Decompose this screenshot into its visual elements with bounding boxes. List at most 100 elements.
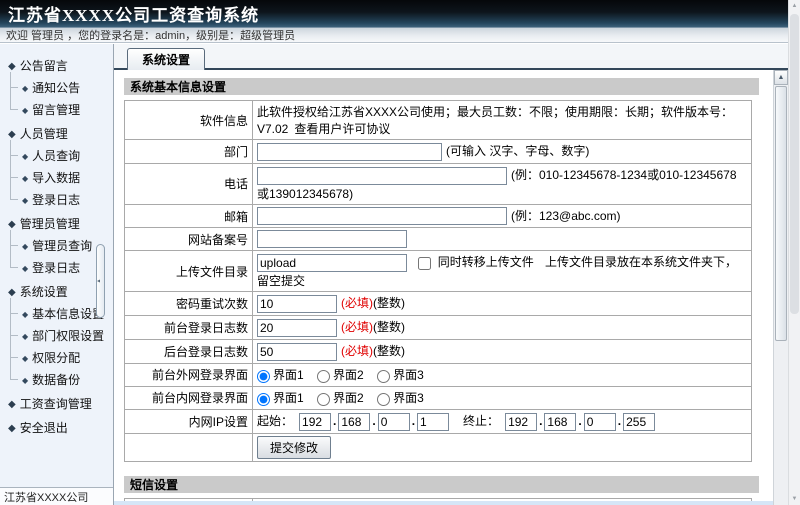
main-frame: 系统设置 系统基本信息设置 软件信息 此软件授权给江苏省XXXX公司使用；最大员… [114,44,788,505]
diamond-icon [8,284,20,298]
tree-connector [10,368,20,390]
form-row-department: 部门 (可输入 汉字、字母、数字) [125,140,752,164]
tree-connector [10,324,20,346]
intranet-ip-label: 内网IP设置 [125,409,253,433]
form-row-front-log: 前台登录日志数 (必填)(整数) [125,316,752,340]
diamond-icon [8,420,20,434]
scrollbar-thumb[interactable] [775,86,787,341]
diamond-icon [22,328,32,342]
internal-ui-label: 前台内网登录界面 [125,386,253,409]
icp-label: 网站备案号 [125,228,253,251]
form-row-upload-dir: 上传文件目录 同时转移上传文件 上传文件目录放在本系统文件夹下，留空提交 [125,251,752,292]
upload-dir-label: 上传文件目录 [125,251,253,292]
content-area: 系统基本信息设置 软件信息 此软件授权给江苏省XXXX公司使用；最大员工数：不限… [114,70,773,505]
diamond-icon [22,192,32,206]
email-label: 邮箱 [125,204,253,228]
internal-ui-radio-2[interactable] [317,393,330,406]
page-scrollbar-thumb[interactable] [790,14,799,314]
page-scroll-up-icon[interactable] [789,0,800,12]
ip-start-octet-2[interactable] [338,413,370,431]
department-hint: (可输入 汉字、字母、数字) [446,144,589,158]
sidebar-item-data-backup[interactable]: 数据备份 [0,368,113,390]
license-link[interactable]: 查看用户许可协议 [294,122,390,136]
app-title: 江苏省XXXX公司工资查询系统 [8,1,259,26]
password-retry-label: 密码重试次数 [125,292,253,316]
form-row-submit: 提交修改 [125,433,752,461]
company-name: 江苏省XXXX公司 [4,489,88,505]
bottom-strip [114,501,773,505]
integer-hint: (整数) [373,296,405,310]
external-ui-radio-3[interactable] [377,370,390,383]
ip-start-label: 起始： [257,414,293,428]
sidebar-item-announcements[interactable]: 公告留言 [0,54,113,76]
sidebar-item-admin-mgmt[interactable]: 管理员管理 [0,212,113,234]
password-retry-input[interactable] [257,295,337,313]
internal-ui-radio-1[interactable] [257,393,270,406]
email-input[interactable] [257,207,507,225]
sidebar-item-dept-permission[interactable]: 部门权限设置 [0,324,113,346]
sidebar-item-logout[interactable]: 安全退出 [0,416,113,438]
tree-connector [10,98,20,120]
back-log-input[interactable] [257,343,337,361]
form-row-phone: 电话 (例：010-12345678-1234或010-12345678或139… [125,163,752,204]
sidebar-footer: 江苏省XXXX公司 [0,487,113,505]
section-header-basic: 系统基本信息设置 [124,78,759,95]
sidebar-collapse-handle[interactable] [96,244,105,318]
tree-connector [10,346,20,368]
form-row-email: 邮箱 (例：123@abc.com) [125,204,752,228]
tab-system-settings[interactable]: 系统设置 [127,48,205,70]
ip-end-octet-3[interactable] [584,413,616,431]
front-log-label: 前台登录日志数 [125,316,253,340]
ip-end-octet-2[interactable] [544,413,576,431]
diamond-icon [8,396,20,410]
sidebar-item-personnel-query[interactable]: 人员查询 [0,144,113,166]
phone-label: 电话 [125,163,253,204]
external-ui-radio-1[interactable] [257,370,270,383]
upload-dir-input[interactable] [257,254,407,272]
front-log-input[interactable] [257,319,337,337]
submit-changes-button[interactable]: 提交修改 [257,436,331,459]
external-ui-radio-2[interactable] [317,370,330,383]
sidebar-item-personnel-mgmt[interactable]: 人员管理 [0,122,113,144]
department-input[interactable] [257,143,442,161]
form-row-internal-ui: 前台内网登录界面 界面1 界面2 界面3 [125,386,752,409]
ip-end-label: 终止： [463,414,499,428]
required-hint: (必填) [341,320,373,334]
scroll-up-arrow-icon[interactable] [774,70,788,85]
phone-input[interactable] [257,167,507,185]
sidebar-item-import-data[interactable]: 导入数据 [0,166,113,188]
form-row-back-log: 后台登录日志数 (必填)(整数) [125,339,752,363]
sidebar-item-notice[interactable]: 通知公告 [0,76,113,98]
diamond-icon [8,58,20,72]
software-info-label: 软件信息 [125,101,253,140]
tree-connector [10,302,20,324]
content-scrollbar[interactable] [773,70,788,505]
sidebar-item-login-log-front[interactable]: 登录日志 [0,188,113,210]
diamond-icon [8,126,20,140]
sidebar-item-permission-assign[interactable]: 权限分配 [0,346,113,368]
form-row-password-retry: 密码重试次数 (必填)(整数) [125,292,752,316]
diamond-icon [22,102,32,116]
page-scroll-down-icon[interactable] [789,493,800,505]
transfer-upload-checkbox[interactable] [418,257,431,270]
sidebar-item-salary-query-mgmt[interactable]: 工资查询管理 [0,392,113,414]
internal-ui-radio-3[interactable] [377,393,390,406]
diamond-icon [22,260,32,274]
ip-start-octet-3[interactable] [378,413,410,431]
ip-start-octet-4[interactable] [417,413,449,431]
form-row-external-ui: 前台外网登录界面 界面1 界面2 界面3 [125,363,752,386]
diamond-icon [8,216,20,230]
icp-input[interactable] [257,230,407,248]
welcome-bar: 欢迎 管理员 ，您的登录名是：admin，级别是：超级管理员 [0,28,800,43]
basic-settings-table: 软件信息 此软件授权给江苏省XXXX公司使用；最大员工数：不限；使用期限：长期；… [124,100,752,462]
ip-start-octet-1[interactable] [299,413,331,431]
diamond-icon [22,350,32,364]
app-titlebar: 江苏省XXXX公司工资查询系统 [0,0,800,28]
form-row-intranet-ip: 内网IP设置 起始：...终止：... [125,409,752,433]
ip-end-octet-4[interactable] [623,413,655,431]
sidebar-item-message-mgmt[interactable]: 留言管理 [0,98,113,120]
diamond-icon [22,80,32,94]
tree-connector [10,188,20,210]
ip-end-octet-1[interactable] [505,413,537,431]
page-scrollbar[interactable] [788,0,800,505]
